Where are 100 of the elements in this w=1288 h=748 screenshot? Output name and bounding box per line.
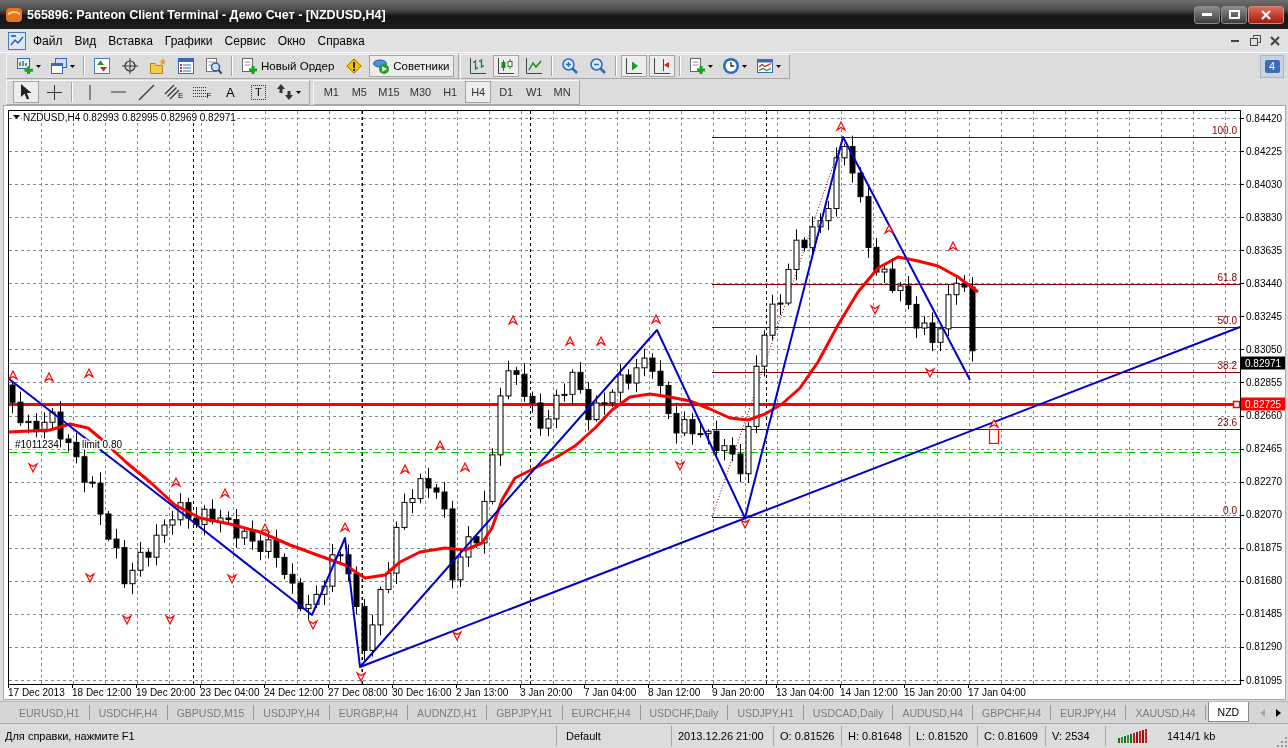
price-axis-label: 0.83245 (1246, 310, 1283, 322)
folder-star-icon (150, 58, 166, 74)
price-axis-label: 0.82855 (1246, 377, 1283, 388)
fibonacci-level-label: 0.0 (1223, 505, 1237, 516)
time-axis-label: 17 Dec 2013 (8, 687, 65, 698)
triangle-left-icon (1259, 708, 1265, 717)
bar-time: 2013.12.26 21:00 (672, 726, 774, 746)
arrow-box-icon[interactable] (988, 418, 1000, 445)
minimize-icon (1202, 13, 1212, 16)
timeframe-button[interactable]: H1 (437, 81, 464, 103)
fibonacci-level-label: 50.0 (1217, 315, 1237, 326)
channel-button[interactable]: E (161, 81, 188, 103)
ohlc-bars-icon (470, 58, 487, 74)
timeframe-button[interactable]: M15 (374, 81, 404, 103)
window-title: 565896: Panteon Client Terminal - Демо Счет - [NZDUSD,H4] (27, 7, 387, 22)
document-plus-icon (689, 58, 706, 74)
select-cursor-button[interactable] (13, 81, 39, 103)
fibonacci-level-line[interactable] (711, 284, 1241, 285)
price-axis-label: 0.83635 (1246, 244, 1283, 256)
time-axis-label: 18 Dec 12:00 (72, 687, 132, 698)
fibonacci-level-label: 100.0 (1211, 125, 1237, 136)
fibonacci-level-label: 23.6 (1217, 417, 1237, 428)
crosshair-icon (122, 58, 138, 74)
time-axis-label: 24 Dec 12:00 (264, 687, 324, 698)
arrowhead-up-icon (507, 314, 519, 326)
timeframe-button[interactable]: W1 (521, 81, 548, 103)
arrowhead-up-icon (259, 522, 271, 534)
minimize-button[interactable] (1194, 5, 1220, 24)
caret-icon (708, 64, 714, 68)
chart-shift-button[interactable] (649, 55, 676, 77)
line-end-handle[interactable] (1232, 400, 1241, 409)
caret-icon (36, 64, 41, 68)
caret-icon (742, 64, 748, 68)
arrowhead-up-icon (564, 335, 576, 347)
clock-icon (723, 58, 740, 74)
close-price: C: 0.81609 (978, 726, 1046, 746)
dotted-lines-icon (193, 87, 208, 97)
timeframe-button[interactable]: M30 (405, 81, 436, 103)
price-axis-label: 0.82070 (1246, 509, 1283, 521)
open-price: O: 0.81526 (774, 726, 842, 746)
new-order-button[interactable]: Новый Ордер (237, 55, 340, 77)
price-axis-label: 0.84225 (1246, 145, 1283, 157)
arrowhead-up-icon (650, 313, 662, 325)
menu-item[interactable]: Файл (27, 31, 69, 50)
time-axis-label: 7 Jan 04:00 (584, 687, 637, 698)
menu-item[interactable]: Сервис (218, 31, 272, 50)
arrowhead-up-icon (434, 439, 446, 451)
text-label-tool-button[interactable]: T (245, 81, 272, 103)
menu-item[interactable]: Справка (311, 31, 371, 50)
line-chart-icon (526, 58, 543, 74)
experts-button[interactable]: Советники (369, 55, 455, 77)
crosshair-icon (46, 84, 62, 100)
arrowhead-down-icon (84, 572, 96, 584)
chart-restore-button[interactable] (1248, 32, 1262, 49)
arrowhead-down-icon (674, 460, 686, 472)
price-axis-label: 0.83050 (1246, 343, 1283, 355)
timeframe-button[interactable]: MN (549, 81, 576, 103)
document-plus-icon (241, 58, 257, 74)
axis-marker-icon (654, 58, 671, 74)
fibonacci-button[interactable]: F (189, 81, 216, 103)
price-axis-label: 0.83830 (1246, 211, 1283, 223)
chart-tab[interactable]: NZD (1207, 702, 1250, 722)
menu-item[interactable]: Графики (158, 31, 219, 50)
price-axis-label: 0.82660 (1246, 410, 1283, 422)
arrowhead-down-icon (869, 304, 881, 316)
horizontal-price-line[interactable] (9, 403, 1236, 406)
chart-symbol-header: NZDUSD,H4 0.82993 0.82995 0.82969 0.82971 (23, 112, 236, 123)
notifications-button[interactable]: 4 (1260, 54, 1284, 78)
auto-scroll-button[interactable] (621, 55, 648, 77)
zoom-out-icon (590, 58, 607, 74)
list-window-icon (178, 58, 194, 74)
menu-item[interactable]: Окно (271, 31, 312, 50)
arrowhead-down-icon (355, 671, 367, 683)
time-axis-label: 3 Jan 20:00 (520, 687, 573, 698)
candlesticks-icon (498, 58, 515, 74)
timeframe-button[interactable]: D1 (493, 81, 520, 103)
stacked-windows-icon (51, 58, 67, 74)
timeframe-button[interactable]: M5 (346, 81, 373, 103)
menu-item[interactable]: Вставка (102, 31, 159, 50)
cap-play-icon (373, 58, 390, 74)
order-level-line[interactable] (8, 452, 1241, 453)
price-axis-label: 0.82270 (1246, 476, 1283, 488)
text-tool-button[interactable]: A (217, 81, 244, 103)
resize-grip-icon (1276, 736, 1287, 747)
time-axis-label: 17 Jan 04:00 (968, 687, 1026, 698)
traffic-counter: 1414/1 kb (1166, 729, 1217, 744)
candlestick-chart-button[interactable] (493, 55, 520, 77)
hatched-lines-icon (165, 85, 179, 99)
price-axis-label: 0.81680 (1246, 575, 1283, 587)
trend-line[interactable] (359, 326, 1241, 668)
arrowhead-down-icon (164, 614, 176, 626)
arrowhead-down-icon (924, 367, 936, 379)
timeframe-button[interactable]: M1 (318, 81, 345, 103)
menu-item[interactable]: Вид (68, 31, 103, 50)
timeframe-button[interactable]: H4 (465, 81, 492, 103)
maximize-button[interactable] (1221, 5, 1247, 24)
caret-icon[interactable] (13, 115, 20, 119)
bid-price-line[interactable] (8, 363, 1237, 364)
price-axis-label: 0.81875 (1246, 542, 1283, 554)
close-button[interactable] (1248, 5, 1284, 24)
